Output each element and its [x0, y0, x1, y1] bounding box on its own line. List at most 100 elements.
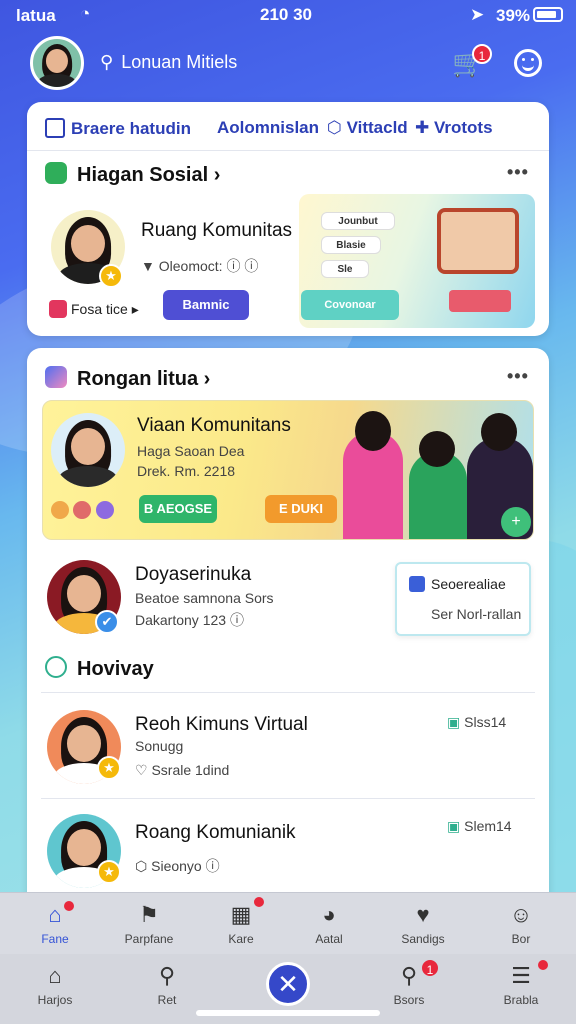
- nav-2[interactable]: ⚑ Parpfane: [104, 901, 194, 946]
- section-title-community[interactable]: Rongan litua ›: [45, 366, 210, 391]
- bottom-nav-primary: ⌂ Fane ⚑ Parpfane ▦ Kare ◕ Aatal ♥ Sandigs ☺ B…: [0, 892, 576, 954]
- community-card: Rongan litua › ••• Viaan Komunitans Haga…: [27, 348, 549, 908]
- smiley-icon[interactable]: [514, 49, 542, 77]
- battery-percent: 39%: [496, 6, 531, 25]
- tab-4[interactable]: ✚ Vrotots: [415, 118, 493, 138]
- search-field[interactable]: ⚲ Lonuan Mitiels: [100, 52, 237, 73]
- chat-icon: ▣: [447, 818, 465, 834]
- explore-badge: 1: [420, 958, 440, 978]
- nav-home-2[interactable]: ⌂ Harjos: [10, 962, 100, 1007]
- check-circle-icon: [45, 656, 67, 678]
- nav-3[interactable]: ▦ Kare: [196, 901, 286, 946]
- star-badge-icon: ★: [99, 264, 123, 288]
- section-title-activity[interactable]: Hovivay: [45, 656, 154, 681]
- chart-icon: [45, 118, 65, 138]
- promo-chip-3: Sle: [321, 260, 369, 278]
- verified-badge-icon: ✔: [95, 610, 119, 634]
- clock-icon: ◕: [322, 902, 336, 927]
- home-icon: ⌂: [48, 963, 62, 988]
- camera-icon: [49, 300, 67, 318]
- chat-icon: ▣: [447, 714, 465, 730]
- location-arrow-icon: ➤: [470, 5, 485, 24]
- tab-3[interactable]: ⬡ Vittacld: [327, 118, 408, 138]
- note-popover[interactable]: Seoerealiae Ser Norl-rallan: [395, 562, 531, 636]
- list-item-title-2[interactable]: Roang Komunianik: [135, 822, 296, 844]
- banner-title: Viaan Komunitans: [137, 415, 291, 436]
- megaphone-icon: ⚑: [139, 902, 159, 927]
- home-indicator: [196, 1010, 380, 1016]
- item-title[interactable]: Ruang Komunitas: [141, 220, 292, 242]
- promo-button[interactable]: Covonoar: [301, 290, 399, 320]
- note-title: Seoerealiae: [409, 576, 506, 592]
- more-options-icon[interactable]: •••: [507, 162, 529, 183]
- note-sub: Ser Norl-rallan: [431, 606, 522, 622]
- tag-label[interactable]: Fosa tice ▸: [49, 300, 139, 318]
- more-options-icon[interactable]: •••: [507, 366, 529, 387]
- shield-icon: ⬡: [327, 118, 347, 137]
- person-icon: ☺: [509, 902, 533, 927]
- profile-avatar[interactable]: [30, 36, 84, 90]
- emoji-reactions: [51, 501, 135, 521]
- close-icon: ✕: [277, 969, 299, 999]
- tab-1[interactable]: Braere hatudin: [45, 118, 191, 139]
- nav-search[interactable]: ⚲ Ret: [122, 962, 212, 1007]
- star-badge-icon: ★: [97, 860, 121, 884]
- star-badge-icon: ★: [97, 756, 121, 780]
- promo-chip-2: Blasie: [321, 236, 381, 254]
- status-time: 210 30: [260, 5, 312, 24]
- search-icon: ⚲: [100, 52, 114, 72]
- banner-avatar: [51, 413, 125, 487]
- shield-icon: ⬡: [135, 858, 152, 874]
- search-icon: ⚲: [158, 963, 176, 988]
- featured-banner[interactable]: Viaan Komunitans Haga Saoan Dea Drek. Rm…: [42, 400, 534, 540]
- nav-menu[interactable]: ☰ Brabla: [476, 962, 566, 1007]
- search-placeholder: Lonuan Mitiels: [121, 52, 238, 72]
- menu-icon: ☰: [511, 963, 531, 988]
- info-icon: ⓘ ⓘ: [222, 258, 259, 274]
- item-meta: ▼ Oleomoct: ⓘ ⓘ: [141, 258, 259, 274]
- nav-home[interactable]: ⌂ Fane: [10, 901, 100, 946]
- list-item-badge-1[interactable]: ▣ Slss14: [447, 714, 506, 731]
- nav-explore[interactable]: ⚲ Bsors: [364, 962, 454, 1007]
- promo-chip-1: Jounbut: [321, 212, 395, 230]
- info-icon: ⓘ: [226, 612, 244, 628]
- featured-sub-1: Beatoe samnona Sors: [135, 590, 274, 606]
- tab-2[interactable]: Aolomnislan: [217, 118, 319, 138]
- video-frame-illustration: [437, 208, 519, 274]
- people-icon: [45, 162, 67, 184]
- list-item-title-1[interactable]: Reoh Kimuns Virtual: [135, 714, 308, 736]
- promo-illustration[interactable]: Jounbut Blasie Sle Covonoar: [299, 194, 535, 328]
- list-item-location-1: ♡ Ssrale 1dind: [135, 762, 230, 778]
- featured-title[interactable]: Doyaserinuka: [135, 564, 251, 586]
- promo-tag-illustration: [449, 290, 511, 312]
- close-button[interactable]: ✕: [266, 962, 310, 1006]
- heart-icon: ♥: [416, 902, 430, 927]
- nav-6[interactable]: ☺ Bor: [476, 901, 566, 946]
- join-button[interactable]: B AEOGSE: [139, 495, 217, 523]
- action-button[interactable]: Bamnic: [163, 290, 249, 320]
- battery-icon: [533, 7, 563, 22]
- status-bar: latua ◔ 210 30 ➤ 39%: [0, 0, 576, 30]
- feather-icon: [45, 366, 67, 388]
- add-icon[interactable]: +: [501, 507, 531, 537]
- nav-5[interactable]: ♥ Sandigs: [378, 901, 468, 946]
- book-button[interactable]: E DUKI: [265, 495, 337, 523]
- social-card: Braere hatudin Aolomnislan ⬡ Vittacld ✚ …: [27, 102, 549, 336]
- list-item-badge-2[interactable]: ▣ Slem14: [447, 818, 512, 835]
- cart-badge: 1: [472, 44, 492, 64]
- nav-4[interactable]: ◕ Aatal: [284, 901, 374, 946]
- chevron-icon: ▼: [141, 258, 159, 274]
- calendar-icon: ▦: [230, 902, 252, 927]
- checkbox-icon: [409, 576, 425, 592]
- section-title-social[interactable]: Hiagan Sosial ›: [45, 162, 220, 187]
- heart-icon: ♡: [135, 762, 152, 778]
- wifi-icon: ◔: [80, 4, 91, 23]
- list-item-location-2: ⬡ Sieonyo ⓘ: [135, 858, 220, 874]
- carrier-label: latua: [16, 6, 56, 25]
- home-icon: ⌂: [48, 902, 62, 927]
- search-icon: ⚲: [400, 963, 418, 988]
- puzzle-icon: ✚: [415, 118, 434, 137]
- banner-line-2: Drek. Rm. 2218: [137, 463, 236, 479]
- banner-line-1: Haga Saoan Dea: [137, 443, 245, 459]
- list-item-sub-1: Sonugg: [135, 738, 184, 754]
